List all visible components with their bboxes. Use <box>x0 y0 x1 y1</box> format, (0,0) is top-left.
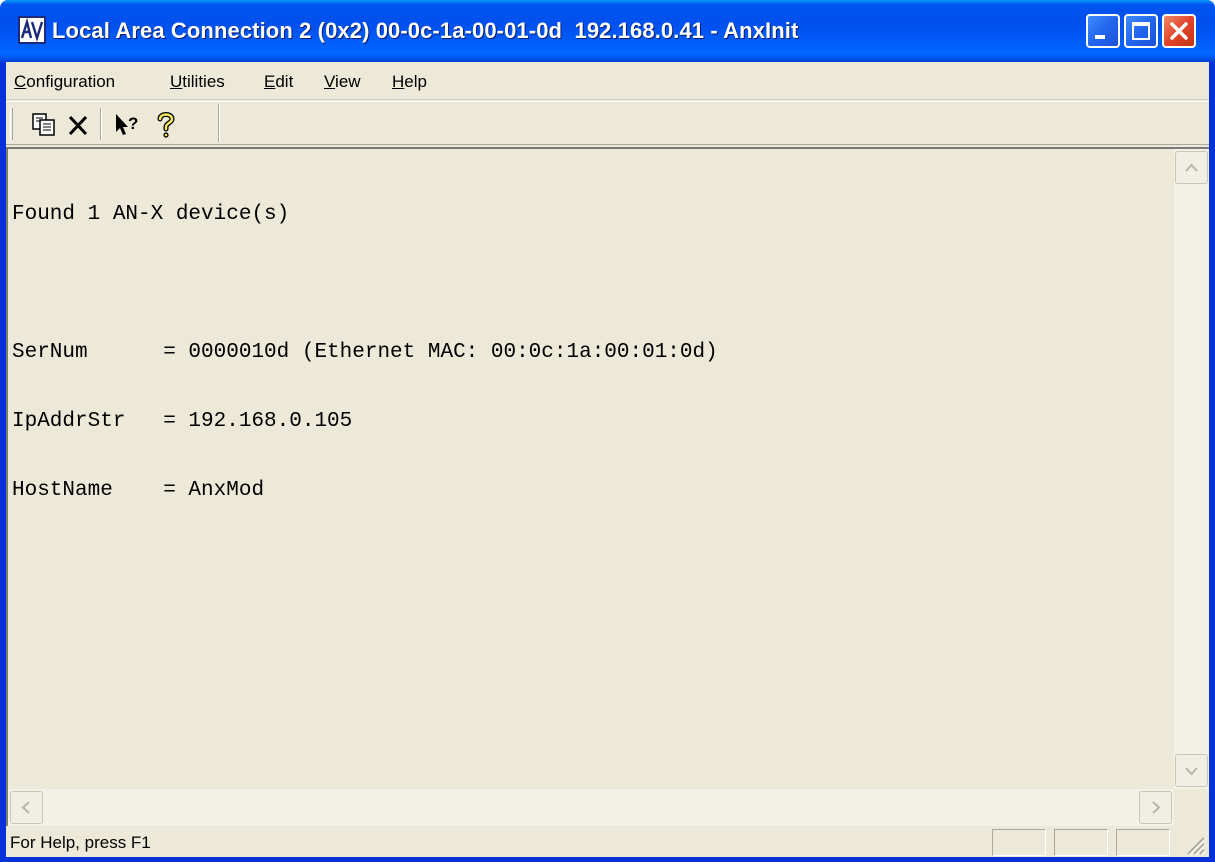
minimize-icon <box>1095 35 1105 39</box>
delete-button[interactable] <box>62 108 94 140</box>
copy-icon <box>32 113 55 136</box>
title-bar[interactable]: Local Area Connection 2 (0x2) 00-0c-1a-0… <box>0 0 1215 62</box>
scroll-down-button[interactable] <box>1175 754 1208 787</box>
menu-bar: Configuration Utilities Edit View Help <box>6 62 1209 100</box>
close-icon <box>1170 22 1188 40</box>
client-area: Configuration Utilities Edit View Help ?… <box>6 62 1209 857</box>
delete-icon <box>68 115 88 136</box>
help-button[interactable] <box>150 108 182 140</box>
anx-logo-icon[interactable] <box>18 16 46 44</box>
toolbar-separator <box>100 108 102 140</box>
toolbar-end-separator <box>218 104 220 142</box>
chevron-right-icon <box>1152 801 1161 814</box>
output-line: HostName = AnxMod <box>12 479 265 502</box>
menu-utilities[interactable]: Utilities <box>170 71 225 93</box>
chevron-left-icon <box>21 801 30 814</box>
status-text: For Help, press F1 <box>10 833 151 852</box>
window-title: Local Area Connection 2 (0x2) 00-0c-1a-0… <box>52 18 799 43</box>
context-help-icon: ? <box>116 114 138 135</box>
menu-help[interactable]: Help <box>392 71 427 93</box>
status-bar: For Help, press F1 <box>6 826 1209 857</box>
output-line: SerNum = 0000010d (Ethernet MAC: 00:0c:1… <box>12 341 718 364</box>
output-view[interactable]: Found 1 AN-X device(s) SerNum = 0000010d… <box>6 147 1209 826</box>
svg-text:?: ? <box>128 114 138 133</box>
menu-edit[interactable]: Edit <box>264 71 293 93</box>
chevron-up-icon <box>1185 163 1198 172</box>
vertical-scrollbar[interactable] <box>1174 149 1209 789</box>
horizontal-scrollbar[interactable] <box>8 789 1174 826</box>
resize-grip-icon[interactable] <box>1180 830 1206 856</box>
scroll-left-button[interactable] <box>10 791 43 824</box>
output-line: Found 1 AN-X device(s) <box>12 203 290 226</box>
scrollbar-corner <box>1174 789 1209 826</box>
toolbar-grip[interactable] <box>10 108 13 140</box>
scroll-up-button[interactable] <box>1175 151 1208 184</box>
chevron-down-icon <box>1185 767 1198 776</box>
menu-configuration[interactable]: Configuration <box>14 71 115 93</box>
close-button[interactable] <box>1162 14 1196 48</box>
context-help-button[interactable]: ? <box>112 108 144 140</box>
menu-view[interactable]: View <box>324 71 361 93</box>
toolbar: ? <box>6 101 1209 145</box>
status-pane <box>1054 829 1108 856</box>
copy-button[interactable] <box>28 108 60 140</box>
output-text: Found 1 AN-X device(s) SerNum = 0000010d… <box>12 157 718 548</box>
maximize-button[interactable] <box>1124 14 1158 48</box>
status-pane <box>992 829 1046 856</box>
scroll-right-button[interactable] <box>1139 791 1172 824</box>
output-line: IpAddrStr = 192.168.0.105 <box>12 410 353 433</box>
help-icon <box>157 112 175 138</box>
maximize-icon <box>1132 22 1150 40</box>
status-pane <box>1116 829 1170 856</box>
minimize-button[interactable] <box>1086 14 1120 48</box>
app-window: Local Area Connection 2 (0x2) 00-0c-1a-0… <box>0 0 1215 862</box>
